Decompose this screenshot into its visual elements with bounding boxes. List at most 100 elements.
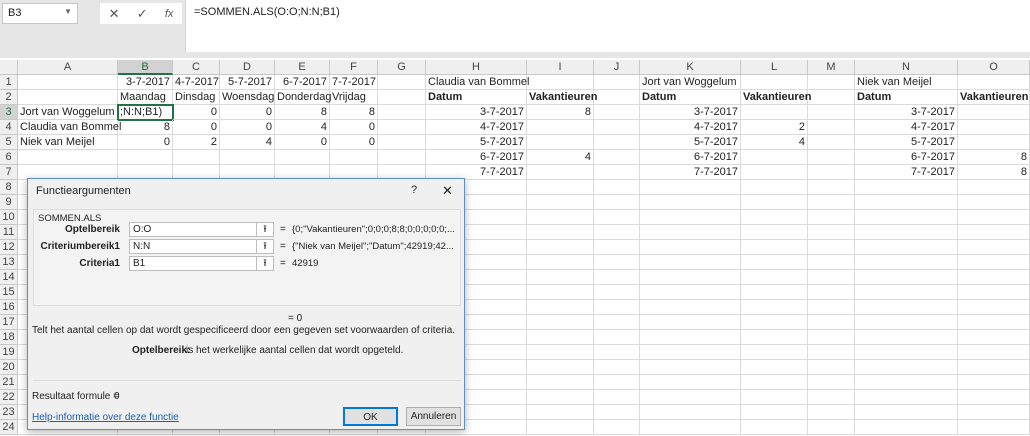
cell-I22[interactable] — [527, 390, 594, 405]
column-header-I[interactable]: I — [527, 60, 594, 75]
cell-O21[interactable] — [958, 375, 1030, 390]
row-header[interactable]: 22 — [0, 390, 18, 405]
cell-J11[interactable] — [594, 225, 640, 240]
cell-K10[interactable] — [640, 210, 741, 225]
cell-O10[interactable] — [958, 210, 1030, 225]
cell-F3[interactable]: 8 — [330, 105, 378, 120]
cell-I1[interactable] — [527, 75, 594, 90]
cell-H5[interactable]: 5-7-2017 — [426, 135, 527, 150]
range-select-icon[interactable]: ⭱ — [256, 256, 274, 271]
cell-O14[interactable] — [958, 270, 1030, 285]
column-header-N[interactable]: N — [855, 60, 958, 75]
cell-H4[interactable]: 4-7-2017 — [426, 120, 527, 135]
cell-O3[interactable] — [958, 105, 1030, 120]
cell-I24[interactable] — [527, 420, 594, 435]
cell-I17[interactable] — [527, 315, 594, 330]
cell-O19[interactable] — [958, 345, 1030, 360]
cell-C3[interactable]: 0 — [173, 105, 220, 120]
cell-N16[interactable] — [855, 300, 958, 315]
cell-J4[interactable] — [594, 120, 640, 135]
cell-M13[interactable] — [808, 255, 855, 270]
cell-N24[interactable] — [855, 420, 958, 435]
cell-M17[interactable] — [808, 315, 855, 330]
cell-K16[interactable] — [640, 300, 741, 315]
cell-I12[interactable] — [527, 240, 594, 255]
cell-F1[interactable]: 7-7-2017 — [330, 75, 378, 90]
cell-G2[interactable] — [378, 90, 426, 105]
cell-L22[interactable] — [741, 390, 808, 405]
row-header[interactable]: 8 — [0, 180, 18, 195]
cell-I16[interactable] — [527, 300, 594, 315]
cell-N18[interactable] — [855, 330, 958, 345]
cell-F6[interactable] — [330, 150, 378, 165]
cell-I18[interactable] — [527, 330, 594, 345]
cell-J7[interactable] — [594, 165, 640, 180]
row-header[interactable]: 13 — [0, 255, 18, 270]
range-select-icon[interactable]: ⭱ — [256, 222, 274, 237]
cell-F5[interactable]: 0 — [330, 135, 378, 150]
cell-I15[interactable] — [527, 285, 594, 300]
cell-M21[interactable] — [808, 375, 855, 390]
cell-D3[interactable]: 0 — [220, 105, 275, 120]
cell-J15[interactable] — [594, 285, 640, 300]
cell-J9[interactable] — [594, 195, 640, 210]
cell-K2[interactable]: Datum — [640, 90, 741, 105]
cell-K24[interactable] — [640, 420, 741, 435]
cell-L8[interactable] — [741, 180, 808, 195]
cell-E6[interactable] — [275, 150, 330, 165]
row-header[interactable]: 1 — [0, 75, 18, 90]
cell-O24[interactable] — [958, 420, 1030, 435]
cell-A5[interactable]: Niek van Meijel — [18, 135, 118, 150]
row-header[interactable]: 23 — [0, 405, 18, 420]
cell-L3[interactable] — [741, 105, 808, 120]
cell-K21[interactable] — [640, 375, 741, 390]
cell-M7[interactable] — [808, 165, 855, 180]
cell-J24[interactable] — [594, 420, 640, 435]
cell-K6[interactable]: 6-7-2017 — [640, 150, 741, 165]
cell-L20[interactable] — [741, 360, 808, 375]
cell-J17[interactable] — [594, 315, 640, 330]
cell-J2[interactable] — [594, 90, 640, 105]
row-header[interactable]: 5 — [0, 135, 18, 150]
formula-input[interactable]: =SOMMEN.ALS(O:O;N:N;B1) — [185, 0, 1030, 52]
cell-C5[interactable]: 2 — [173, 135, 220, 150]
check-icon[interactable]: ✓ — [137, 6, 148, 22]
cell-N8[interactable] — [855, 180, 958, 195]
row-header[interactable]: 17 — [0, 315, 18, 330]
cell-O5[interactable] — [958, 135, 1030, 150]
cell-E3[interactable]: 8 — [275, 105, 330, 120]
cell-L24[interactable] — [741, 420, 808, 435]
row-header[interactable]: 10 — [0, 210, 18, 225]
cell-J16[interactable] — [594, 300, 640, 315]
cell-M8[interactable] — [808, 180, 855, 195]
cell-I4[interactable] — [527, 120, 594, 135]
cell-I20[interactable] — [527, 360, 594, 375]
cell-N7[interactable]: 7-7-2017 — [855, 165, 958, 180]
row-header[interactable]: 9 — [0, 195, 18, 210]
row-header[interactable]: 4 — [0, 120, 18, 135]
cell-M9[interactable] — [808, 195, 855, 210]
cell-K4[interactable]: 4-7-2017 — [640, 120, 741, 135]
cell-K14[interactable] — [640, 270, 741, 285]
cell-N6[interactable]: 6-7-2017 — [855, 150, 958, 165]
cell-N11[interactable] — [855, 225, 958, 240]
cell-N10[interactable] — [855, 210, 958, 225]
cell-J14[interactable] — [594, 270, 640, 285]
cell-O11[interactable] — [958, 225, 1030, 240]
cell-L2[interactable]: Vakantieuren — [741, 90, 811, 105]
cell-G1[interactable] — [378, 75, 426, 90]
cell-G3[interactable] — [378, 105, 426, 120]
cell-M24[interactable] — [808, 420, 855, 435]
cell-L11[interactable] — [741, 225, 808, 240]
cell-I6[interactable]: 4 — [527, 150, 594, 165]
cell-M2[interactable] — [808, 90, 855, 105]
cell-L12[interactable] — [741, 240, 808, 255]
cell-K13[interactable] — [640, 255, 741, 270]
cell-K5[interactable]: 5-7-2017 — [640, 135, 741, 150]
cell-B1[interactable]: 3-7-2017 — [118, 75, 173, 90]
cell-J5[interactable] — [594, 135, 640, 150]
cell-L23[interactable] — [741, 405, 808, 420]
cell-K23[interactable] — [640, 405, 741, 420]
cell-L21[interactable] — [741, 375, 808, 390]
cell-D6[interactable] — [220, 150, 275, 165]
